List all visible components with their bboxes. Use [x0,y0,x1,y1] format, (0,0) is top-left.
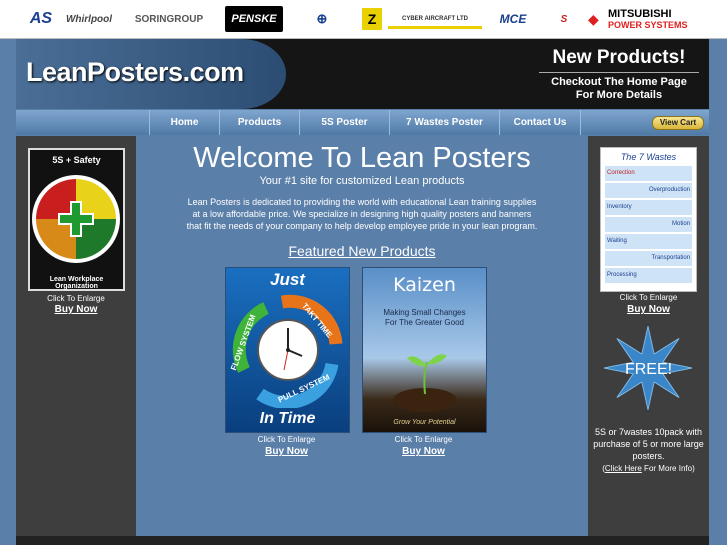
nav-5s-poster[interactable]: 5S Poster [299,110,389,135]
sponsor-logo-mitsubishi: ◆ MITSUBISHI POWER SYSTEMS [588,6,712,32]
promo-info: (Click Here For More Info) [592,464,705,473]
nav-contact-us[interactable]: Contact Us [499,110,581,135]
poster-7-wastes[interactable]: The 7 Wastes Correction Overproduction I… [600,147,697,292]
jit-click-to-enlarge[interactable]: Click To Enlarge [225,435,348,444]
nav-home[interactable]: Home [149,110,219,135]
sponsor-logo-penske: PENSKE [225,6,283,32]
kaizen-title: Kaizen [393,274,456,296]
tagline: Your #1 site for customized Lean product… [259,175,465,187]
waste-row: Waiting [605,234,692,249]
waste-row: Processing [605,268,692,283]
new-products-title: New Products! [552,47,686,68]
promo-info-close: For More Info) [641,464,695,473]
promo-click-here-link[interactable]: Click Here [605,464,642,473]
poster-5s-safety[interactable]: 5S + Safety Lean Workplace Organization [28,148,125,291]
mitsubishi-diamonds-icon: ◆ [588,11,599,27]
left-sidebar: 5S + Safety Lean Workplace Organization … [16,136,136,536]
right-buy-now-link[interactable]: Buy Now [588,304,709,315]
promo-line-2: For More Details [575,89,663,101]
jit-buy-now-link[interactable]: Buy Now [225,446,348,457]
sponsor-logo-strip: AS Whirlpool SORINGROUP PENSKE ⊕ Z CYBER… [0,0,727,39]
right-sidebar: The 7 Wastes Correction Overproduction I… [588,136,709,536]
main-content: Welcome To Lean Posters Your #1 site for… [136,136,588,536]
sponsor-logo-z: Z [362,8,382,30]
site-name[interactable]: LeanPosters.com [26,57,244,88]
featured-heading[interactable]: Featured New Products [136,243,588,259]
free-promo-text: 5S or 7wastes 10pack with purchase of 5 … [593,427,704,461]
sponsor-logo-as: AS [29,10,53,27]
nav-7-wastes-poster[interactable]: 7 Wastes Poster [389,110,499,135]
poster-just-in-time[interactable]: Just TAKT TIME FLOW SYSTEM PULL SYSTEM I… [225,267,350,433]
sponsor-logo-sorin: SORINGROUP [134,13,204,25]
sponsor-logo-mce: MCE [499,12,527,26]
poster-5s-title: 5S + Safety [52,155,101,165]
right-click-to-enlarge[interactable]: Click To Enlarge [588,293,709,302]
wastes-list: Correction Overproduction Inventory Moti… [605,166,692,283]
waste-row: Correction [605,166,692,181]
mitsubishi-sub: POWER SYSTEMS [608,20,688,30]
poster-kaizen[interactable]: Kaizen Making Small Changes For The Grea… [362,267,487,433]
waste-row: Inventory [605,200,692,215]
site-banner: LeanPosters.com New Products! Checkout T… [16,39,709,109]
free-label: FREE! [624,361,673,378]
new-products-promo[interactable]: New Products! Checkout The Home Page For… [529,39,709,109]
sponsor-logo-whirlpool: Whirlpool [66,13,112,25]
jit-bottom-text: In Time [259,410,316,427]
intro-description: Lean Posters is dedicated to providing t… [186,197,538,231]
nav-products[interactable]: Products [219,110,299,135]
waste-row: Overproduction [605,183,692,198]
poster-5s-caption: Lean Workplace Organization [49,276,104,290]
sponsor-logo-red: S [560,13,568,25]
5s-safety-wheel-graphic [32,175,120,263]
mitsubishi-name: MITSUBISHI [608,8,672,20]
waste-row: Motion [605,217,692,232]
waste-row: Transportation [605,251,692,266]
promo-line-1: Checkout The Home Page [551,76,687,88]
view-cart-button[interactable]: View Cart [652,116,704,130]
left-click-to-enlarge[interactable]: Click To Enlarge [16,294,136,303]
page-title: Welcome To Lean Posters [193,142,531,174]
left-buy-now-link[interactable]: Buy Now [16,304,136,315]
sponsor-logo-cyber: CYBER AIRCRAFT LTD [388,12,482,29]
kaizen-sprout-graphic [393,354,457,412]
sponsor-logo-circle: ⊕ [316,11,328,26]
kaizen-buy-now-link[interactable]: Buy Now [362,446,485,457]
main-nav: Home Products 5S Poster 7 Wastes Poster … [16,110,709,135]
jit-top-text: Just [270,270,305,289]
page-footer [16,536,709,545]
kaizen-click-to-enlarge[interactable]: Click To Enlarge [362,435,485,444]
poster-7wastes-title: The 7 Wastes [620,152,677,162]
promo-divider [539,72,699,73]
kaizen-footer: Grow Your Potential [393,419,456,426]
kaizen-subtitle: Making Small Changes For The Greater Goo… [383,308,466,327]
